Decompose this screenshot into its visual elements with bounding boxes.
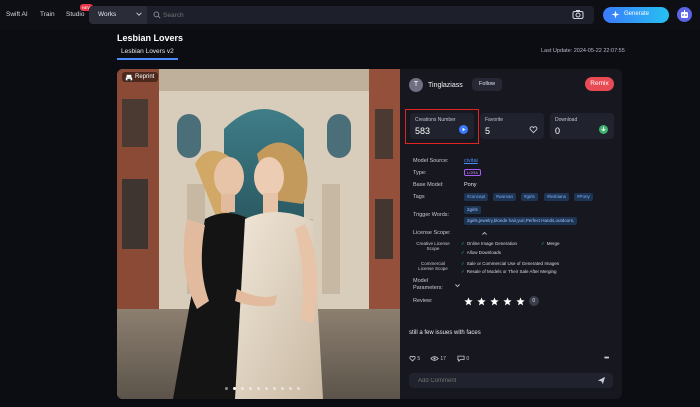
tag-chip[interactable]: #lesbians bbox=[544, 193, 570, 201]
stat-favorite-label: Favorite bbox=[485, 117, 504, 123]
carousel-dot-active[interactable] bbox=[232, 387, 236, 390]
type-label: Type: bbox=[413, 170, 427, 176]
carousel-dot[interactable] bbox=[280, 387, 284, 390]
star-icon[interactable] bbox=[490, 296, 499, 306]
nav-item-studio[interactable]: Studio bbox=[66, 11, 84, 18]
chevron-up-icon[interactable] bbox=[481, 230, 488, 237]
license-item: ✓ Sale or Commercial Use of Generated Ima… bbox=[461, 261, 560, 266]
stat-download: Download 0 bbox=[550, 113, 614, 139]
tag-chip[interactable]: #Pony bbox=[574, 193, 593, 201]
reprint-button[interactable]: Reprint bbox=[122, 72, 159, 82]
lora-tag: LORA bbox=[464, 169, 481, 176]
send-icon[interactable] bbox=[597, 376, 606, 385]
search-category-select[interactable]: Works bbox=[89, 6, 147, 24]
heart-icon bbox=[409, 355, 416, 362]
trigger-word-chip[interactable]: 2girls,jewelry,blonde hair,yuri,Perfect … bbox=[464, 217, 578, 225]
chevron-down-icon bbox=[136, 12, 142, 16]
comment-box bbox=[409, 373, 613, 388]
last-update-timestamp: Last Update: 2024-05-22 22:07:55 bbox=[541, 48, 625, 54]
star-icon[interactable] bbox=[503, 296, 512, 306]
tag-chip[interactable]: #girls bbox=[521, 193, 538, 201]
license-item: ✓ Resale of Models or Their Sale After Me… bbox=[461, 269, 557, 274]
details-panel: T Tinglaziass Follow Remix Creations Num… bbox=[400, 69, 622, 399]
comment-icon bbox=[457, 355, 465, 363]
star-icon[interactable] bbox=[516, 296, 525, 306]
license-item: ✓ Online Image Generation bbox=[461, 241, 518, 246]
review-stars[interactable]: 0 bbox=[464, 296, 539, 306]
search-category-label: Works bbox=[98, 11, 117, 18]
base-model-label: Base Model: bbox=[413, 182, 444, 188]
star-icon[interactable] bbox=[464, 296, 473, 306]
download-icon[interactable] bbox=[599, 125, 608, 134]
view-action: 17 bbox=[430, 355, 446, 362]
tags-label: Tags bbox=[413, 194, 425, 200]
carousel-dot[interactable] bbox=[225, 387, 228, 390]
user-avatar[interactable] bbox=[677, 7, 692, 22]
review-count: 0 bbox=[528, 296, 539, 306]
creations-highlight-box bbox=[405, 109, 479, 144]
carousel-dot[interactable] bbox=[296, 387, 300, 390]
reply-count: 0 bbox=[466, 355, 470, 362]
generate-button[interactable]: Generate bbox=[603, 7, 669, 23]
author-avatar[interactable]: T bbox=[409, 78, 423, 92]
license-item: ✓ Merge bbox=[541, 241, 560, 246]
trigger-word-chip[interactable]: 2girls bbox=[464, 206, 481, 214]
license-scope-label: License Scope: bbox=[413, 230, 451, 236]
eye-icon bbox=[430, 356, 439, 361]
camera-icon[interactable] bbox=[572, 9, 584, 20]
license-item: ✓ Allow Downloads bbox=[461, 250, 502, 255]
model-card: Reprint T Tinglaziass Follow Remix Creat… bbox=[117, 69, 622, 399]
view-count: 17 bbox=[440, 355, 446, 362]
search-bar: Works bbox=[89, 6, 594, 24]
sparkle-icon bbox=[611, 10, 620, 19]
stat-download-value: 0 bbox=[555, 126, 561, 136]
generated-photo bbox=[117, 69, 400, 399]
stat-favorite-value: 5 bbox=[485, 126, 491, 136]
review-label: Review: bbox=[413, 298, 433, 304]
reply-action[interactable]: 0 bbox=[457, 355, 470, 363]
top-nav-bar: Swift AI Train Studio NEW Works Generate bbox=[0, 0, 700, 30]
like-action[interactable]: 5 bbox=[409, 355, 420, 362]
search-input[interactable] bbox=[153, 8, 563, 22]
comment-text: still a few issues with faces bbox=[409, 330, 481, 336]
remix-button[interactable]: Remix bbox=[585, 77, 614, 91]
follow-button[interactable]: Follow bbox=[472, 78, 502, 91]
comment-input[interactable] bbox=[409, 373, 589, 388]
tag-chip[interactable]: #woman bbox=[493, 193, 517, 201]
reprint-icon bbox=[125, 74, 133, 82]
model-source-link[interactable]: civitai bbox=[464, 158, 478, 164]
page-title: Lesbian Lovers bbox=[117, 33, 184, 43]
carousel-dot[interactable] bbox=[256, 387, 260, 390]
model-parameters-label: Model Parameters: bbox=[413, 278, 443, 291]
more-options-icon[interactable]: ••• bbox=[604, 355, 609, 362]
carousel-dots[interactable] bbox=[225, 385, 303, 392]
carousel-dot[interactable] bbox=[288, 387, 292, 390]
carousel-dot[interactable] bbox=[240, 387, 244, 390]
trigger-words-label: Trigger Words: bbox=[413, 212, 450, 218]
type-value-wrapper: LORA bbox=[464, 169, 481, 176]
reprint-label: Reprint bbox=[135, 74, 155, 80]
carousel-dot[interactable] bbox=[264, 387, 268, 390]
logo[interactable]: Swift AI bbox=[6, 11, 28, 18]
preview-image[interactable]: Reprint bbox=[117, 69, 400, 399]
carousel-dot[interactable] bbox=[272, 387, 276, 390]
heart-icon[interactable] bbox=[529, 125, 538, 134]
commercial-license-label: Commercial License Scope bbox=[418, 261, 448, 271]
like-count: 5 bbox=[417, 355, 421, 362]
base-model-value: Pony bbox=[464, 182, 477, 188]
tab-version-v2[interactable]: Lesbian Lovers v2 bbox=[117, 48, 178, 60]
star-icon[interactable] bbox=[477, 296, 486, 306]
model-source-label: Model Source: bbox=[413, 158, 449, 164]
bot-avatar-icon bbox=[681, 10, 688, 18]
generate-label: Generate bbox=[624, 11, 650, 17]
chevron-down-icon[interactable] bbox=[454, 282, 461, 289]
tag-chip[interactable]: #concept bbox=[464, 193, 489, 201]
stat-favorite: Favorite 5 bbox=[480, 113, 544, 139]
author-name[interactable]: Tinglaziass bbox=[428, 82, 463, 89]
stat-download-label: Download bbox=[555, 117, 578, 123]
creative-license-label: Creative License Scope bbox=[416, 241, 450, 251]
nav-item-train[interactable]: Train bbox=[40, 11, 55, 18]
carousel-dot[interactable] bbox=[248, 387, 252, 390]
